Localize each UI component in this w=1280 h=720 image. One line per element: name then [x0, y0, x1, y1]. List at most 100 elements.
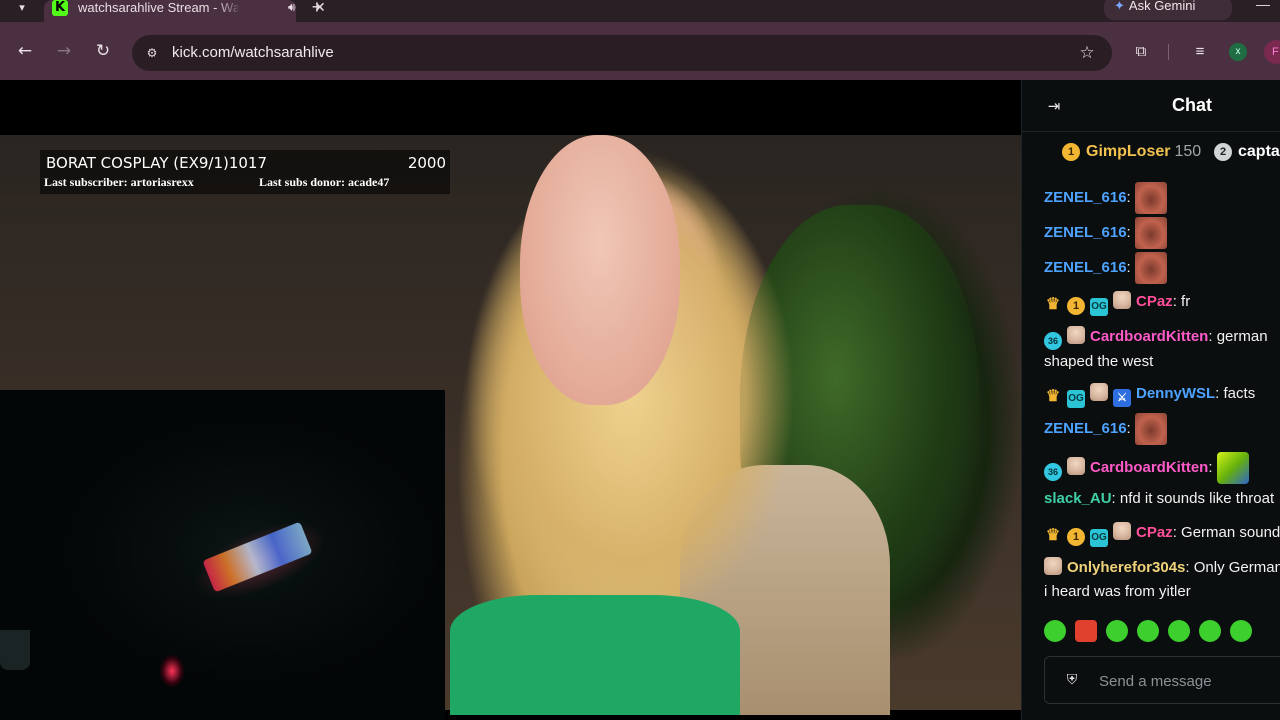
chat-message: ZENEL_616:	[1044, 252, 1280, 284]
chat-username[interactable]: CPaz	[1136, 293, 1173, 310]
window-minimize-icon[interactable]: —	[1256, 0, 1272, 12]
video-player[interactable]: BORAT COSPLAY (EX9/1)1017 2000 Last subs…	[0, 80, 1021, 720]
crown-badge-icon: ♛	[1045, 296, 1061, 313]
tab-audio-speaker-icon[interactable]: 🔊︎	[288, 0, 304, 16]
chat-text: nfd it sounds like throat	[1119, 490, 1275, 507]
subscriber-badge-icon	[1067, 326, 1085, 344]
extensions-puzzle-icon[interactable]: ⧉	[1131, 42, 1151, 62]
chat-separator: :	[1172, 293, 1182, 310]
green-emote-icon[interactable]	[1137, 620, 1159, 642]
leaderboard-item[interactable]: 2 captain	[1214, 142, 1280, 162]
og-badge-icon: OG	[1090, 529, 1108, 547]
chat-username[interactable]: CardboardKitten	[1090, 328, 1208, 345]
chat-username[interactable]: ZENEL_616	[1044, 420, 1127, 437]
collapse-chat-icon[interactable]: ⇥	[1044, 96, 1064, 116]
streamer-shirt	[450, 595, 740, 715]
green-emote-icon[interactable]	[1168, 620, 1190, 642]
green-emote-icon[interactable]	[1230, 620, 1252, 642]
streamer-face	[520, 135, 680, 405]
chat-input-box[interactable]: ⛨	[1044, 656, 1280, 704]
og-badge-icon: OG	[1090, 298, 1108, 316]
chat-header: ⇥ Chat	[1022, 80, 1280, 132]
pepe-face-emote-icon	[1134, 252, 1167, 284]
lime-emote-icon	[1216, 452, 1249, 484]
red-emote-icon[interactable]	[1075, 620, 1097, 642]
sub-goal-target: 2000	[407, 154, 446, 172]
chat-message: ♛ OG ⚔ DennyWSL: facts	[1044, 382, 1280, 408]
chat-username[interactable]: ZENEL_616	[1044, 259, 1127, 276]
reload-icon[interactable]: ↻	[93, 41, 113, 61]
sub-months-badge-icon: 36	[1044, 332, 1062, 350]
gemini-sparkle-icon: ✦	[1114, 0, 1125, 13]
forward-arrow-icon[interactable]: →	[54, 41, 74, 61]
extension-x-icon[interactable]: x	[1229, 43, 1247, 61]
gifter-badge-icon: 1	[1067, 297, 1085, 315]
media-control-icon[interactable]: ≡	[1190, 42, 1210, 62]
video-letterbox	[0, 80, 1021, 135]
site-info-icon[interactable]: ⚙	[142, 43, 162, 63]
chat-message: ♛ 1 OG CPaz: fr	[1044, 290, 1280, 316]
new-tab-button[interactable]: +	[308, 0, 326, 16]
subscriber-badge-icon	[1090, 383, 1108, 401]
chat-username[interactable]: ZENEL_616	[1044, 189, 1127, 206]
leaderboard-points: 150	[1174, 143, 1202, 160]
chat-separator: :	[1208, 458, 1217, 476]
browser-tab-bar: ▾ K watchsarahlive Stream - Watch 🔊︎ ✕ +…	[0, 0, 1280, 22]
last-subs-donor: Last subs donor: acade47	[259, 175, 390, 189]
browser-toolbar: ← → ↻ ⚙ kick.com/watchsarahlive ☆ ⧉ ≡ x …	[0, 22, 1280, 80]
bookmark-star-icon[interactable]: ☆	[1076, 42, 1098, 64]
subscriber-badge-icon	[1113, 291, 1131, 309]
sub-goal-overlay: BORAT COSPLAY (EX9/1)1017 2000 Last subs…	[40, 150, 450, 194]
chat-username[interactable]: CPaz	[1136, 524, 1173, 541]
leaderboard-user: GimpLoser	[1086, 143, 1171, 160]
toolbar-divider	[1168, 44, 1169, 60]
address-bar[interactable]: ⚙ kick.com/watchsarahlive ☆	[132, 35, 1112, 71]
green-emote-icon[interactable]	[1199, 620, 1221, 642]
send-message-input[interactable]	[1099, 669, 1280, 693]
pepe-face-emote-icon	[1134, 413, 1167, 445]
chat-text: fr	[1181, 293, 1191, 310]
chat-username[interactable]: Onlyherefor304s	[1067, 559, 1185, 576]
tab-title-fade	[214, 0, 244, 18]
chat-panel: ⇥ Chat 1 GimpLoser150 2 captain ZENEL_616:…	[1021, 80, 1280, 720]
chat-username[interactable]: slack_AU	[1044, 490, 1112, 507]
back-arrow-icon[interactable]: ←	[15, 41, 35, 61]
quick-emote-bar	[1044, 620, 1280, 650]
browser-tab-active[interactable]: K watchsarahlive Stream - Watch 🔊︎ ✕	[44, 0, 326, 22]
chat-separator: :	[1126, 188, 1131, 206]
chat-username[interactable]: ZENEL_616	[1044, 224, 1127, 241]
room-camera-inset	[0, 390, 445, 720]
crown-badge-icon: ♛	[1045, 527, 1061, 544]
chat-separator: :	[1185, 559, 1194, 576]
chat-title: Chat	[1172, 95, 1212, 115]
pepe-face-emote-icon	[1134, 217, 1167, 249]
rank-badge: 1	[1062, 143, 1080, 161]
ask-gemini-button[interactable]: ✦ Ask Gemini	[1104, 0, 1232, 20]
sub-months-badge-icon: 36	[1044, 462, 1062, 481]
green-emote-icon[interactable]	[1106, 620, 1128, 642]
gifter-badge-icon: 1	[1067, 528, 1085, 546]
mug	[0, 630, 30, 670]
chat-message: 36 CardboardKitten:	[1044, 452, 1280, 484]
chat-message: ZENEL_616:	[1044, 413, 1280, 445]
chat-separator: :	[1111, 490, 1120, 507]
rgb-mouse	[160, 655, 184, 687]
profile-avatar[interactable]: F	[1264, 40, 1280, 64]
pepe-face-emote-icon	[1134, 182, 1167, 214]
gift-leaderboard: 1 GimpLoser150 2 captain	[1022, 138, 1280, 166]
chat-message: ZENEL_616:	[1044, 182, 1280, 214]
address-bar-url[interactable]: kick.com/watchsarahlive	[172, 44, 334, 62]
chat-separator: :	[1126, 223, 1131, 241]
chat-username[interactable]: CardboardKitten	[1090, 459, 1208, 476]
leaderboard-item[interactable]: 1 GimpLoser 150	[1062, 142, 1201, 162]
tab-search-chevron-icon[interactable]: ▾	[10, 0, 34, 18]
chat-message: ZENEL_616:	[1044, 217, 1280, 249]
subscriber-badge-icon	[1113, 522, 1131, 540]
og-badge-icon: OG	[1067, 390, 1085, 408]
green-emote-icon[interactable]	[1044, 620, 1066, 642]
chat-separator: :	[1126, 258, 1131, 276]
chat-message: Onlyherefor304s: Only German i heard was…	[1044, 556, 1280, 604]
shield-icon[interactable]: ⛨	[1063, 671, 1081, 689]
chat-username[interactable]: DennyWSL	[1136, 385, 1215, 402]
moderator-sword-icon: ⚔	[1113, 389, 1131, 407]
